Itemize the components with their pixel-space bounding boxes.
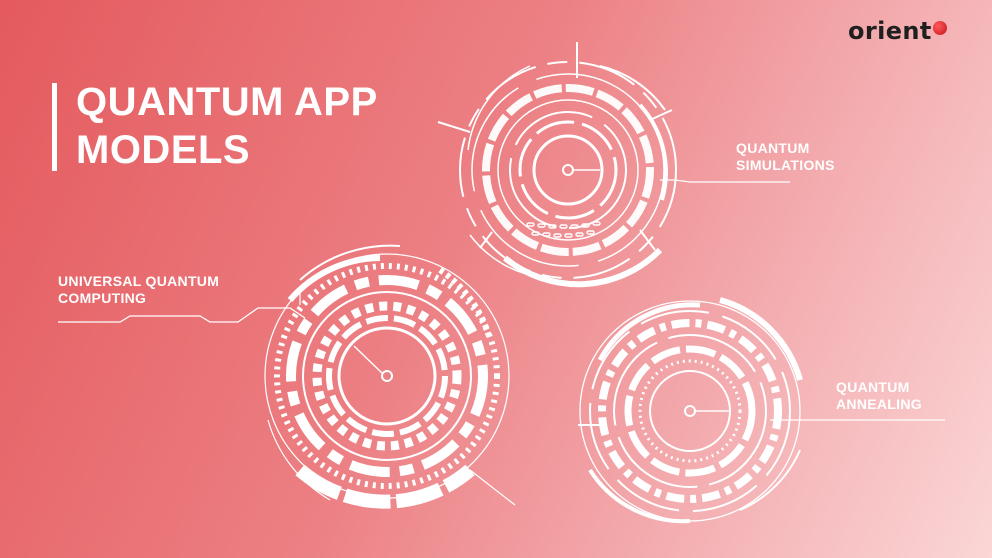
label-annealing-line-2: ANNEALING <box>836 396 922 412</box>
label-annealing-line-1: QUANTUM <box>836 379 910 395</box>
infographic-canvas: QUANTUM APP MODELS orient QUANTUM SIMULA… <box>0 0 992 558</box>
label-simulations-line-1: QUANTUM <box>736 140 810 156</box>
label-simulations-line-2: SIMULATIONS <box>736 157 835 173</box>
label-universal-line-2: COMPUTING <box>58 290 147 306</box>
label-universal-quantum-computing: UNIVERSAL QUANTUM COMPUTING <box>58 273 219 307</box>
label-universal-line-1: UNIVERSAL QUANTUM <box>58 273 220 289</box>
label-quantum-simulations: QUANTUM SIMULATIONS <box>736 140 835 174</box>
label-quantum-annealing: QUANTUM ANNEALING <box>836 379 922 413</box>
